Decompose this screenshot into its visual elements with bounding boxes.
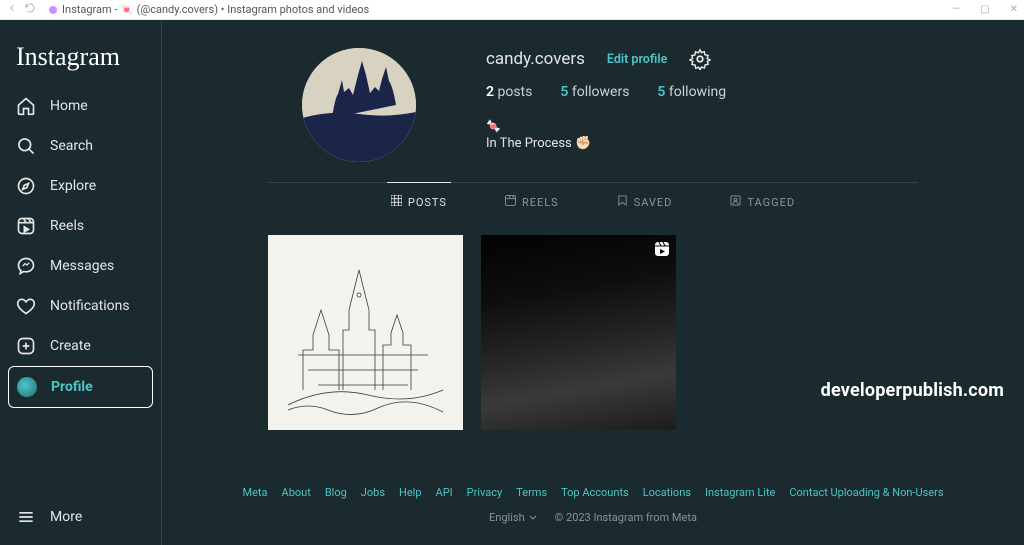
- avatar-image: [302, 48, 416, 162]
- tab-label: REELS: [522, 196, 559, 209]
- sidebar-item-profile[interactable]: Profile: [8, 366, 153, 408]
- copyright: © 2023 Instagram from Meta: [555, 511, 697, 524]
- nav-label: Search: [50, 138, 93, 154]
- heart-icon: [16, 296, 36, 316]
- nav-label: Notifications: [50, 298, 130, 314]
- posts-count: 2 posts: [486, 84, 532, 100]
- language-select[interactable]: English: [489, 511, 537, 524]
- tab-label: SAVED: [634, 196, 673, 209]
- messenger-icon: [16, 256, 36, 276]
- settings-button[interactable]: [689, 48, 711, 70]
- window-close-icon[interactable]: ✕: [1010, 4, 1018, 15]
- profile-avatar[interactable]: [302, 48, 416, 162]
- post-thumbnail[interactable]: [268, 235, 463, 430]
- home-icon: [16, 96, 36, 116]
- tab-label: TAGGED: [747, 196, 795, 209]
- footer-link[interactable]: Jobs: [361, 486, 385, 499]
- nav-list: Home Search Explore Reels Messages Notif…: [8, 86, 153, 497]
- footer-link[interactable]: Meta: [242, 486, 267, 499]
- sidebar: Instagram Home Search Explore Reels Mess…: [0, 20, 162, 545]
- window-minimize-icon[interactable]: —: [952, 4, 960, 15]
- sidebar-item-more[interactable]: More: [8, 497, 153, 537]
- footer-link[interactable]: About: [282, 486, 311, 499]
- tab-saved[interactable]: SAVED: [613, 183, 677, 221]
- instagram-logo[interactable]: Instagram: [8, 38, 153, 86]
- nav-label: Home: [50, 98, 88, 114]
- username: candy.covers: [486, 49, 585, 69]
- tab-label: POSTS: [408, 196, 447, 209]
- nav-label: Messages: [50, 258, 114, 274]
- footer-link[interactable]: Help: [399, 486, 422, 499]
- browser-nav: [6, 2, 36, 17]
- stats-row: 2 posts 5 followers 5 following: [486, 84, 1024, 100]
- footer-link[interactable]: Top Accounts: [561, 486, 629, 499]
- sidebar-item-messages[interactable]: Messages: [8, 246, 153, 286]
- following-count[interactable]: 5 following: [657, 84, 726, 100]
- post-image: [268, 235, 463, 430]
- profile-tabs: POSTS REELS SAVED TAGGED: [268, 182, 918, 221]
- footer-link[interactable]: Contact Uploading & Non-Users: [789, 486, 943, 499]
- sidebar-item-home[interactable]: Home: [8, 86, 153, 126]
- footer-link[interactable]: Locations: [643, 486, 691, 499]
- chevron-down-icon: [529, 514, 537, 522]
- followers-count[interactable]: 5 followers: [560, 84, 629, 100]
- nav-label: Explore: [50, 178, 96, 194]
- browser-tab: Instagram - 🍬 (@candy.covers) • Instagra…: [48, 3, 369, 16]
- avatar-icon: [17, 377, 37, 397]
- tab-reels[interactable]: REELS: [501, 183, 563, 221]
- tagged-icon: [730, 195, 741, 209]
- footer-link[interactable]: Terms: [516, 486, 547, 499]
- post-thumbnail[interactable]: [481, 235, 676, 430]
- nav-label: Create: [50, 338, 91, 354]
- tab-posts[interactable]: POSTS: [387, 182, 451, 221]
- grid-icon: [391, 195, 402, 209]
- watermark: developerpublish.com: [821, 380, 1004, 401]
- footer-bottom: English © 2023 Instagram from Meta: [162, 511, 1024, 524]
- search-icon: [16, 136, 36, 156]
- back-icon[interactable]: [6, 2, 18, 17]
- footer-link[interactable]: Instagram Lite: [705, 486, 775, 499]
- sidebar-item-search[interactable]: Search: [8, 126, 153, 166]
- profile-info: candy.covers Edit profile 2 posts 5 foll…: [486, 48, 1024, 162]
- profile-header: candy.covers Edit profile 2 posts 5 foll…: [162, 20, 1024, 182]
- bookmark-icon: [617, 195, 628, 209]
- tab-tagged[interactable]: TAGGED: [726, 183, 799, 221]
- browser-chrome: Instagram - 🍬 (@candy.covers) • Instagra…: [0, 0, 1024, 20]
- footer-links: Meta About Blog Jobs Help API Privacy Te…: [162, 486, 1024, 499]
- footer-link[interactable]: API: [436, 486, 453, 499]
- reload-icon[interactable]: [24, 2, 36, 17]
- window-controls: — ▢ ✕: [952, 4, 1018, 15]
- footer: Meta About Blog Jobs Help API Privacy Te…: [162, 430, 1024, 538]
- tab-title-text: Instagram - 🍬 (@candy.covers) • Instagra…: [62, 3, 369, 16]
- bio-text: In The Process ✊🏻: [486, 135, 1024, 153]
- footer-link[interactable]: Blog: [325, 486, 347, 499]
- compass-icon: [16, 176, 36, 196]
- sidebar-item-reels[interactable]: Reels: [8, 206, 153, 246]
- more-label: More: [50, 509, 82, 525]
- bio-emoji: 🍬: [486, 118, 1024, 135]
- main-content: candy.covers Edit profile 2 posts 5 foll…: [162, 20, 1024, 545]
- hamburger-icon: [16, 507, 36, 527]
- nav-label: Reels: [50, 218, 84, 234]
- footer-link[interactable]: Privacy: [467, 486, 503, 499]
- sidebar-item-create[interactable]: Create: [8, 326, 153, 366]
- sidebar-item-explore[interactable]: Explore: [8, 166, 153, 206]
- profile-bio: 🍬 In The Process ✊🏻: [486, 118, 1024, 153]
- edit-profile-button[interactable]: Edit profile: [607, 52, 667, 67]
- gear-icon: [689, 48, 711, 70]
- reels-tab-icon: [505, 195, 516, 209]
- tab-favicon-icon: [48, 5, 58, 15]
- plus-icon: [16, 336, 36, 356]
- sidebar-item-notifications[interactable]: Notifications: [8, 286, 153, 326]
- reels-icon: [16, 216, 36, 236]
- nav-label: Profile: [51, 379, 93, 395]
- window-maximize-icon[interactable]: ▢: [980, 4, 989, 15]
- reel-badge-icon: [654, 241, 670, 257]
